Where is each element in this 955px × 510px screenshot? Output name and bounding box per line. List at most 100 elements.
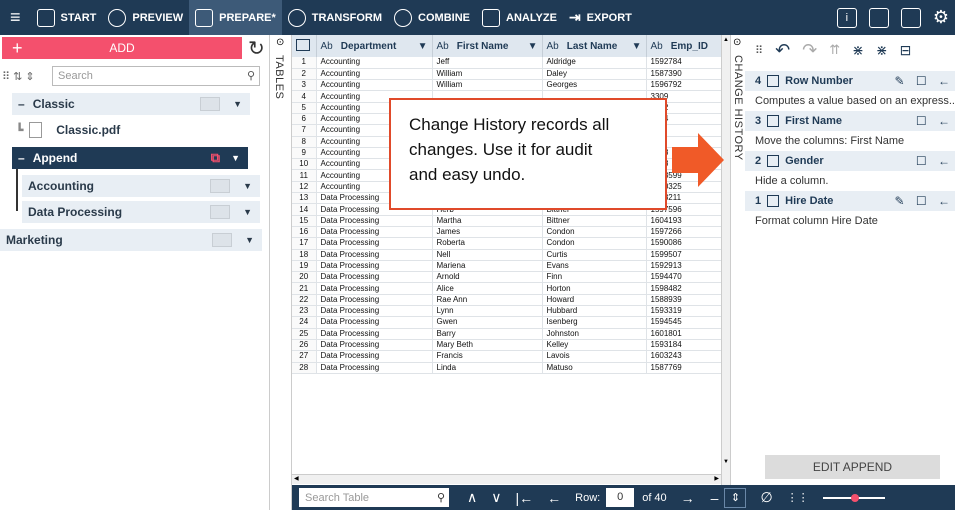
window-icon[interactable] [868,7,889,28]
group-accounting[interactable]: Accounting ▼ [22,175,260,197]
caret-down-icon[interactable]: ▼ [231,153,240,163]
analyze-icon [482,8,500,27]
edit-append-button[interactable]: EDIT APPEND [765,455,940,479]
scroll-down-icon[interactable]: ▼ [723,459,729,465]
table-row[interactable]: 19 Data Processing Mariena Evans 1592913 [292,260,723,273]
search-input[interactable]: Search ⚲ [52,66,260,86]
table-row[interactable]: 16 Data Processing James Condon 1597266 [292,226,723,239]
redo-icon[interactable]: ↷ [802,40,817,61]
column-header-emp-id[interactable]: Ab Emp_ID [646,35,723,57]
caret-down-icon[interactable]: ▼ [233,99,242,109]
comment-icons[interactable]: ☐ ← [916,114,954,128]
tab-preview[interactable]: PREVIEW [102,0,189,35]
table-row[interactable]: 15 Data Processing Martha Bittner 1604193 [292,215,723,227]
comment-icons[interactable]: ☐ ← [916,154,954,168]
history-step-2[interactable]: 2 Gender ☐ ← Hide a column. [745,151,955,191]
group-append[interactable]: – Append ⧉ ▼ [12,147,248,169]
table-row[interactable]: 2 Accounting William Daley 1587390 [292,68,723,81]
first-row-icon[interactable]: |← [516,490,534,506]
gear-icon[interactable]: ⚙ [933,7,949,28]
scroll-left-icon[interactable]: ◀ [294,475,299,482]
column-header-last-name[interactable]: Ab Last Name ▼ [542,35,647,57]
tab-analyze[interactable]: ANALYZE [476,0,563,35]
select-all-icon[interactable] [292,35,317,57]
horizontal-scrollbar[interactable]: ◀ ▶ [292,474,721,484]
column-header-first-name[interactable]: Ab First Name ▼ [432,35,543,57]
table-row[interactable]: 22 Data Processing Rae Ann Howard 1588939 [292,294,723,307]
table-row[interactable]: 24 Data Processing Gwen Isenberg 1594545 [292,316,723,329]
tab-export[interactable]: ⇥ EXPORT [563,0,638,35]
table-row[interactable]: 1 Accounting Jeff Aldridge 1592784 [292,57,723,69]
row-number-cell: 19 [292,260,317,273]
sort-icon[interactable]: ⠿ ⇅ ⇕ [0,70,52,83]
search-table-input[interactable]: Search Table ⚲ [299,488,449,507]
null-icon[interactable]: ∅ [760,489,772,506]
row-number-cell: 8 [292,136,317,148]
table-cell: Data Processing [316,350,433,363]
table-cell: 1592784 [646,57,723,69]
undo-icon[interactable]: ↶ [775,40,790,61]
next-row-icon[interactable]: → [681,490,695,506]
table-cell: Mary Beth [432,339,543,352]
table-cell: 1598482 [646,282,723,295]
table-row[interactable]: 27 Data Processing Francis Lavois 1603243 [292,350,723,363]
table-row[interactable]: 18 Data Processing Nell Curtis 1599507 [292,249,723,261]
table-cell: Curtis [542,249,647,261]
caret-down-icon[interactable]: ▼ [245,235,254,245]
row-number-cell: 6 [292,113,317,126]
tab-start[interactable]: START [31,0,103,35]
change-history-tab[interactable]: ⊙ CHANGE HISTORY [731,35,745,485]
tab-prepare[interactable]: PREPARE* [189,0,282,35]
tab-combine[interactable]: COMBINE [388,0,476,35]
filter-icon[interactable]: ⋇ [852,42,864,59]
script-icon[interactable]: ⊟ [900,42,912,59]
zoom-slider[interactable] [822,493,885,502]
group-data-processing[interactable]: Data Processing ▼ [22,201,260,223]
collapse-icon[interactable]: ⊙ [276,37,284,48]
caret-down-icon[interactable]: ▼ [243,181,252,191]
row-input[interactable]: 0 [606,488,635,507]
fit-height-icon[interactable]: ⇕ [724,487,747,508]
table-row[interactable]: 28 Data Processing Linda Matuso 1587769 [292,362,723,374]
chevron-down-icon[interactable]: ∨ [491,489,501,506]
refresh-icon[interactable]: ↻ [248,36,265,61]
filter-clear-icon[interactable]: ⋇ [876,42,888,59]
tables-tab[interactable]: ⊙ TABLES [270,35,292,510]
group-marketing[interactable]: Marketing ▼ [0,229,262,251]
group-classic[interactable]: – Classic ▼ [12,93,250,115]
table-cell: Mariena [432,260,543,273]
drag-handle-icon[interactable]: ⠿ [755,44,763,57]
move-up-icon[interactable]: ⇈ [829,42,840,58]
tree-item-classic-pdf[interactable]: ┗ Classic.pdf [16,119,256,141]
table-cell: 1601801 [646,328,723,340]
chevron-up-icon[interactable]: ∧ [467,489,477,506]
column-header-department[interactable]: Ab Department ▼ [316,35,433,57]
table-row[interactable]: 17 Data Processing Roberta Condon 1590086 [292,237,723,250]
vertical-scrollbar[interactable]: ▲ ▼ [721,35,730,485]
history-step-1[interactable]: 1 Hire Date ✎ ☐ ← Format column Hire Date [745,191,955,231]
tab-transform[interactable]: TRANSFORM [282,0,388,35]
collapse-icon[interactable]: ⊙ [733,37,741,48]
table-row[interactable]: 20 Data Processing Arnold Finn 1594470 [292,271,723,284]
scroll-up-icon[interactable]: ▲ [723,37,729,43]
prev-row-icon[interactable]: ← [547,490,561,506]
add-button[interactable]: + ADD [2,37,242,59]
history-step-3[interactable]: 3 First Name ☐ ← Move the columns: First … [745,111,955,151]
table-row[interactable]: 26 Data Processing Mary Beth Kelley 1593184 [292,339,723,352]
edit-comment-icons[interactable]: ✎ ☐ ← [895,74,954,88]
table-cell: 1590086 [646,237,723,250]
info-icon[interactable]: i [836,7,857,28]
change-history-panel: ⊙ CHANGE HISTORY ⠿ ↶ ↷ ⇈ ⋇ ⋇ ⊟ 4 Row Numb… [730,35,955,485]
table-row[interactable]: 25 Data Processing Barry Johnston 1601801 [292,328,723,340]
hamburger-menu[interactable]: ≡ [0,0,31,35]
split-icon[interactable]: ⋮⋮ [787,491,809,504]
table-row[interactable]: 21 Data Processing Alice Horton 1598482 [292,282,723,295]
history-step-4[interactable]: 4 Row Number ✎ ☐ ← Computes a value based… [745,71,955,111]
caret-down-icon[interactable]: ▼ [243,207,252,217]
edit-comment-icons[interactable]: ✎ ☐ ← [895,194,954,208]
table-row[interactable]: 23 Data Processing Lynn Hubbard 1593319 [292,305,723,318]
zoom-slider-thumb[interactable] [850,493,859,502]
table-row[interactable]: 3 Accounting William Georges 1596792 [292,79,723,92]
report-icon[interactable] [900,7,921,28]
scroll-right-icon[interactable]: ▶ [714,475,719,482]
